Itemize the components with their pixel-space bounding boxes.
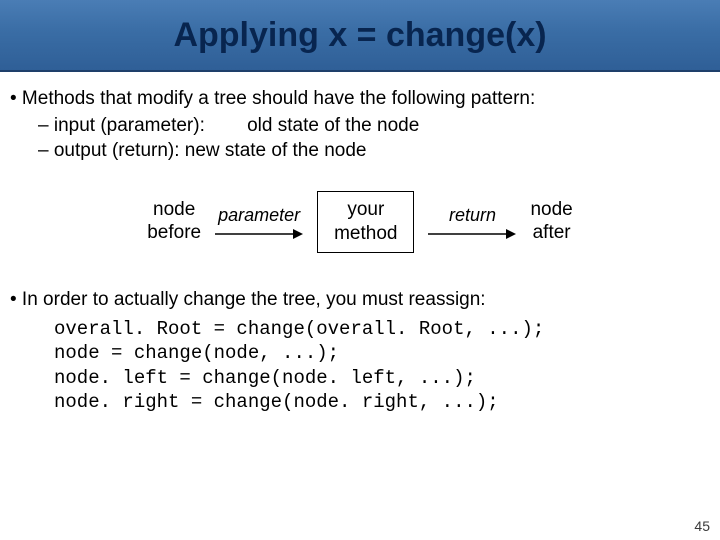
diagram-method-box: your method [317, 191, 414, 253]
diagram-node-before: node before [147, 199, 201, 245]
sub-bullet-output: – output (return): new state of the node [38, 139, 710, 164]
slide-body: • Methods that modify a tree should have… [0, 72, 720, 414]
arrow-right-icon [428, 228, 516, 240]
code-block: overall. Root = change(overall. Root, ..… [54, 317, 710, 414]
slide-number: 45 [694, 518, 710, 534]
arrow-right-icon [215, 228, 303, 240]
code-line-1: overall. Root = change(overall. Root, ..… [54, 317, 710, 341]
arrow-label-return: return [449, 205, 496, 226]
arrow-label-parameter: parameter [218, 205, 300, 226]
code-line-2: node = change(node, ...); [54, 341, 710, 365]
bullet-2: • In order to actually change the tree, … [10, 289, 710, 311]
flow-diagram: node before parameter your method return… [10, 191, 710, 253]
sub-bullet-input: – input (parameter): old state of the no… [38, 114, 710, 139]
arrow-return-wrap: return [428, 205, 516, 240]
slide-title: Applying x = change(x) [173, 16, 546, 55]
bullet-1: • Methods that modify a tree should have… [10, 88, 710, 110]
title-bar: Applying x = change(x) [0, 0, 720, 72]
diagram-node-after: node after [530, 199, 572, 245]
code-line-4: node. right = change(node. right, ...); [54, 390, 710, 414]
arrow-parameter-wrap: parameter [215, 205, 303, 240]
sub-bullet-list: – input (parameter): old state of the no… [38, 114, 710, 163]
code-line-3: node. left = change(node. left, ...); [54, 366, 710, 390]
